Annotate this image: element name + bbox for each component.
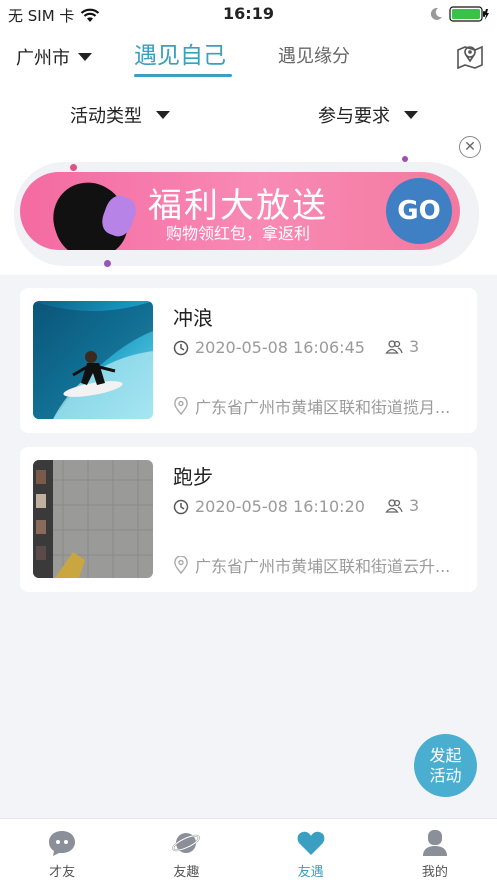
participant-count-text: 3 [409,496,420,515]
activity-time-text: 2020-05-08 16:06:45 [195,338,365,357]
close-icon: ✕ [464,139,476,155]
location-pin-icon [174,556,188,574]
activity-thumbnail-running [33,460,153,578]
caret-down-icon [78,52,92,61]
bottom-tab-bar: 才友 友趣 友遇 我的 [0,818,497,883]
activity-time: 2020-05-08 16:10:20 [173,497,365,516]
tab-label: 才友 [49,865,76,880]
fab-label-line2: 活动 [429,765,462,785]
people-icon [385,339,403,354]
activity-type-label: 活动类型 [70,106,142,127]
close-banner-button[interactable]: ✕ [459,136,481,158]
status-bar: 无 SIM 卡 16:19 [0,0,497,28]
tab-label: 友趣 [173,865,200,880]
go-button[interactable]: GO [386,178,452,244]
planet-icon [172,833,201,853]
activity-card[interactable]: 跑步 2020-05-08 16:10:20 3 广东省广州市黄埔区联和街道云升… [20,447,477,592]
people-icon [385,498,403,513]
activity-address-text: 广东省广州市黄埔区联和街道云升... [195,557,451,576]
map-pin-icon [457,45,483,70]
participant-count-text: 3 [409,337,420,356]
person-icon [422,830,447,856]
clock-icon [173,499,189,514]
promo-banner[interactable]: 福利大放送 购物领红包，拿返利 GO [20,172,460,250]
fab-label-line1: 发起 [429,745,462,765]
requirements-filter[interactable]: 参与要求 [318,102,418,128]
tab-youyu[interactable]: 友遇 [249,819,373,883]
activity-time: 2020-05-08 16:06:45 [173,338,365,357]
activity-name: 跑步 [173,465,213,489]
tab-label: 我的 [421,865,448,880]
banner-subtitle: 购物领红包，拿返利 [166,224,311,243]
tab-youqu[interactable]: 友趣 [124,819,248,883]
create-activity-button[interactable]: 发起 活动 [414,734,477,797]
caret-down-icon [156,110,170,119]
tab-meet-fate[interactable]: 遇见缘分 [278,42,350,68]
filter-bar: 活动类型 参与要求 [0,88,497,140]
activity-time-text: 2020-05-08 16:10:20 [195,497,365,516]
city-selector[interactable]: 广州市 [16,44,92,70]
decor-dot [104,260,111,267]
participant-count: 3 [385,496,419,515]
decor-dot [402,156,408,162]
chat-bubble-icon [49,831,76,856]
activity-address-text: 广东省广州市黄埔区联和街道揽月... [195,398,451,417]
clock: 16:19 [223,4,274,23]
participant-count: 3 [385,337,419,356]
activity-card[interactable]: 冲浪 2020-05-08 16:06:45 3 广东省广州市黄埔区联和街道揽月… [20,288,477,433]
top-header: 广州市 遇见自己 遇见缘分 [0,28,497,88]
battery-icon [449,6,489,22]
heart-icon [297,831,325,855]
tab-meet-self[interactable]: 遇见自己 [134,36,226,70]
decor-dot [70,164,77,171]
tab-caiyou[interactable]: 才友 [0,819,124,883]
caret-down-icon [404,110,418,119]
active-tab-indicator [134,74,232,77]
moon-icon [430,7,442,20]
status-right [429,6,489,22]
activity-thumbnail-surfing [33,301,153,419]
activity-type-filter[interactable]: 活动类型 [70,102,170,128]
activity-name: 冲浪 [173,306,213,330]
tab-mine[interactable]: 我的 [373,819,497,883]
requirements-label: 参与要求 [318,106,390,127]
location-pin-icon [174,397,188,415]
activity-address: 广东省广州市黄埔区联和街道揽月... [173,394,463,418]
clock-icon [173,340,189,355]
city-label: 广州市 [16,48,70,69]
activity-address: 广东省广州市黄埔区联和街道云升... [173,553,463,577]
map-button[interactable] [455,40,485,74]
tab-label: 友遇 [297,865,324,880]
